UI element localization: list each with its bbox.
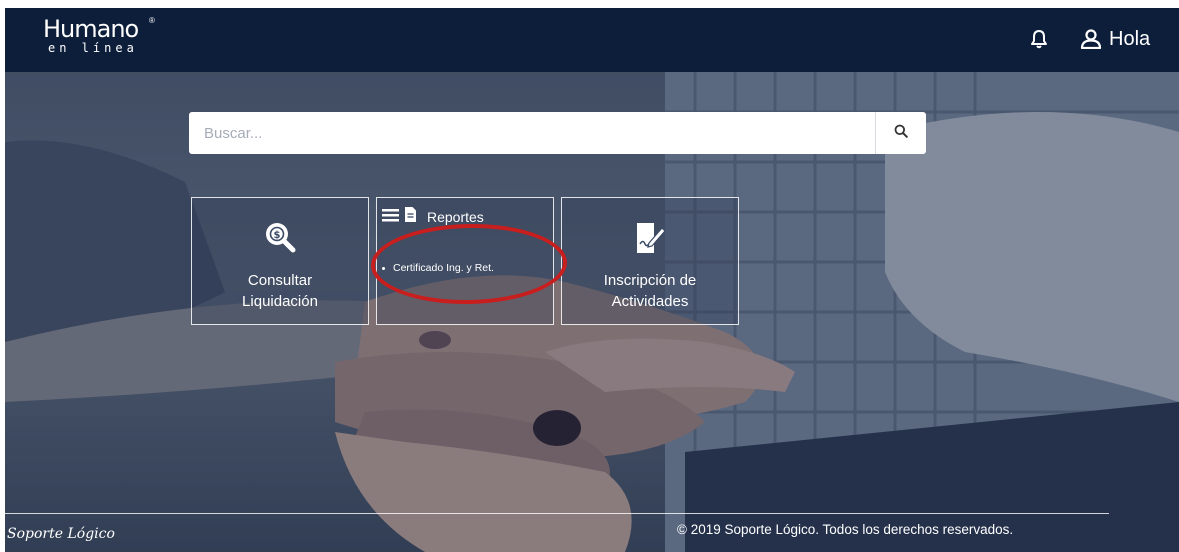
- tile-title: Consultar Liquidación: [192, 270, 368, 312]
- app-frame: Humano ® en línea Hola Buscar... $ Consu…: [5, 8, 1179, 552]
- tile-title-line: Actividades: [611, 293, 689, 310]
- bullet: [382, 266, 385, 270]
- footer-copyright: © 2019 Soporte Lógico. Todos los derecho…: [677, 522, 1014, 537]
- search-button[interactable]: [875, 112, 926, 154]
- reportes-header: Reportes: [382, 206, 484, 228]
- footer-signature: Soporte Lógico: [7, 526, 115, 542]
- logo-main-text: Humano: [43, 15, 139, 43]
- footer-divider: [5, 513, 1109, 514]
- user-icon[interactable]: [1080, 29, 1102, 54]
- humano-logo[interactable]: Humano ® en línea: [43, 15, 155, 55]
- report-item-certificado[interactable]: Certificado Ing. y Ret.: [382, 262, 494, 274]
- tile-title-line: Liquidación: [242, 293, 318, 310]
- tile-consultar-liquidacion[interactable]: $ Consultar Liquidación: [191, 197, 369, 325]
- top-navbar: Humano ® en línea Hola: [5, 8, 1179, 72]
- search-icon: [894, 124, 908, 143]
- tile-title-line: Inscripción de: [603, 272, 697, 289]
- tile-title-line: Consultar: [247, 272, 313, 289]
- report-item-label: Certificado Ing. y Ret.: [393, 262, 494, 274]
- svg-text:$: $: [274, 230, 281, 241]
- logo-registered-mark: ®: [149, 16, 155, 25]
- list-icon: [382, 208, 399, 227]
- tile-title: Inscripción de Actividades: [562, 270, 738, 312]
- reportes-title: Reportes: [427, 209, 484, 225]
- search-input[interactable]: [189, 112, 875, 154]
- logo-sub-text: en línea: [48, 41, 138, 55]
- user-greeting[interactable]: Hola: [1109, 27, 1150, 51]
- signed-document-icon: [632, 220, 668, 261]
- search-bar: [189, 112, 926, 154]
- document-icon: [404, 206, 417, 228]
- tile-inscripcion-actividades[interactable]: Inscripción de Actividades: [561, 197, 739, 325]
- bell-icon[interactable]: [1030, 29, 1048, 54]
- tile-reportes[interactable]: Reportes Certificado Ing. y Ret.: [376, 197, 554, 325]
- dollar-search-icon: $: [262, 220, 298, 259]
